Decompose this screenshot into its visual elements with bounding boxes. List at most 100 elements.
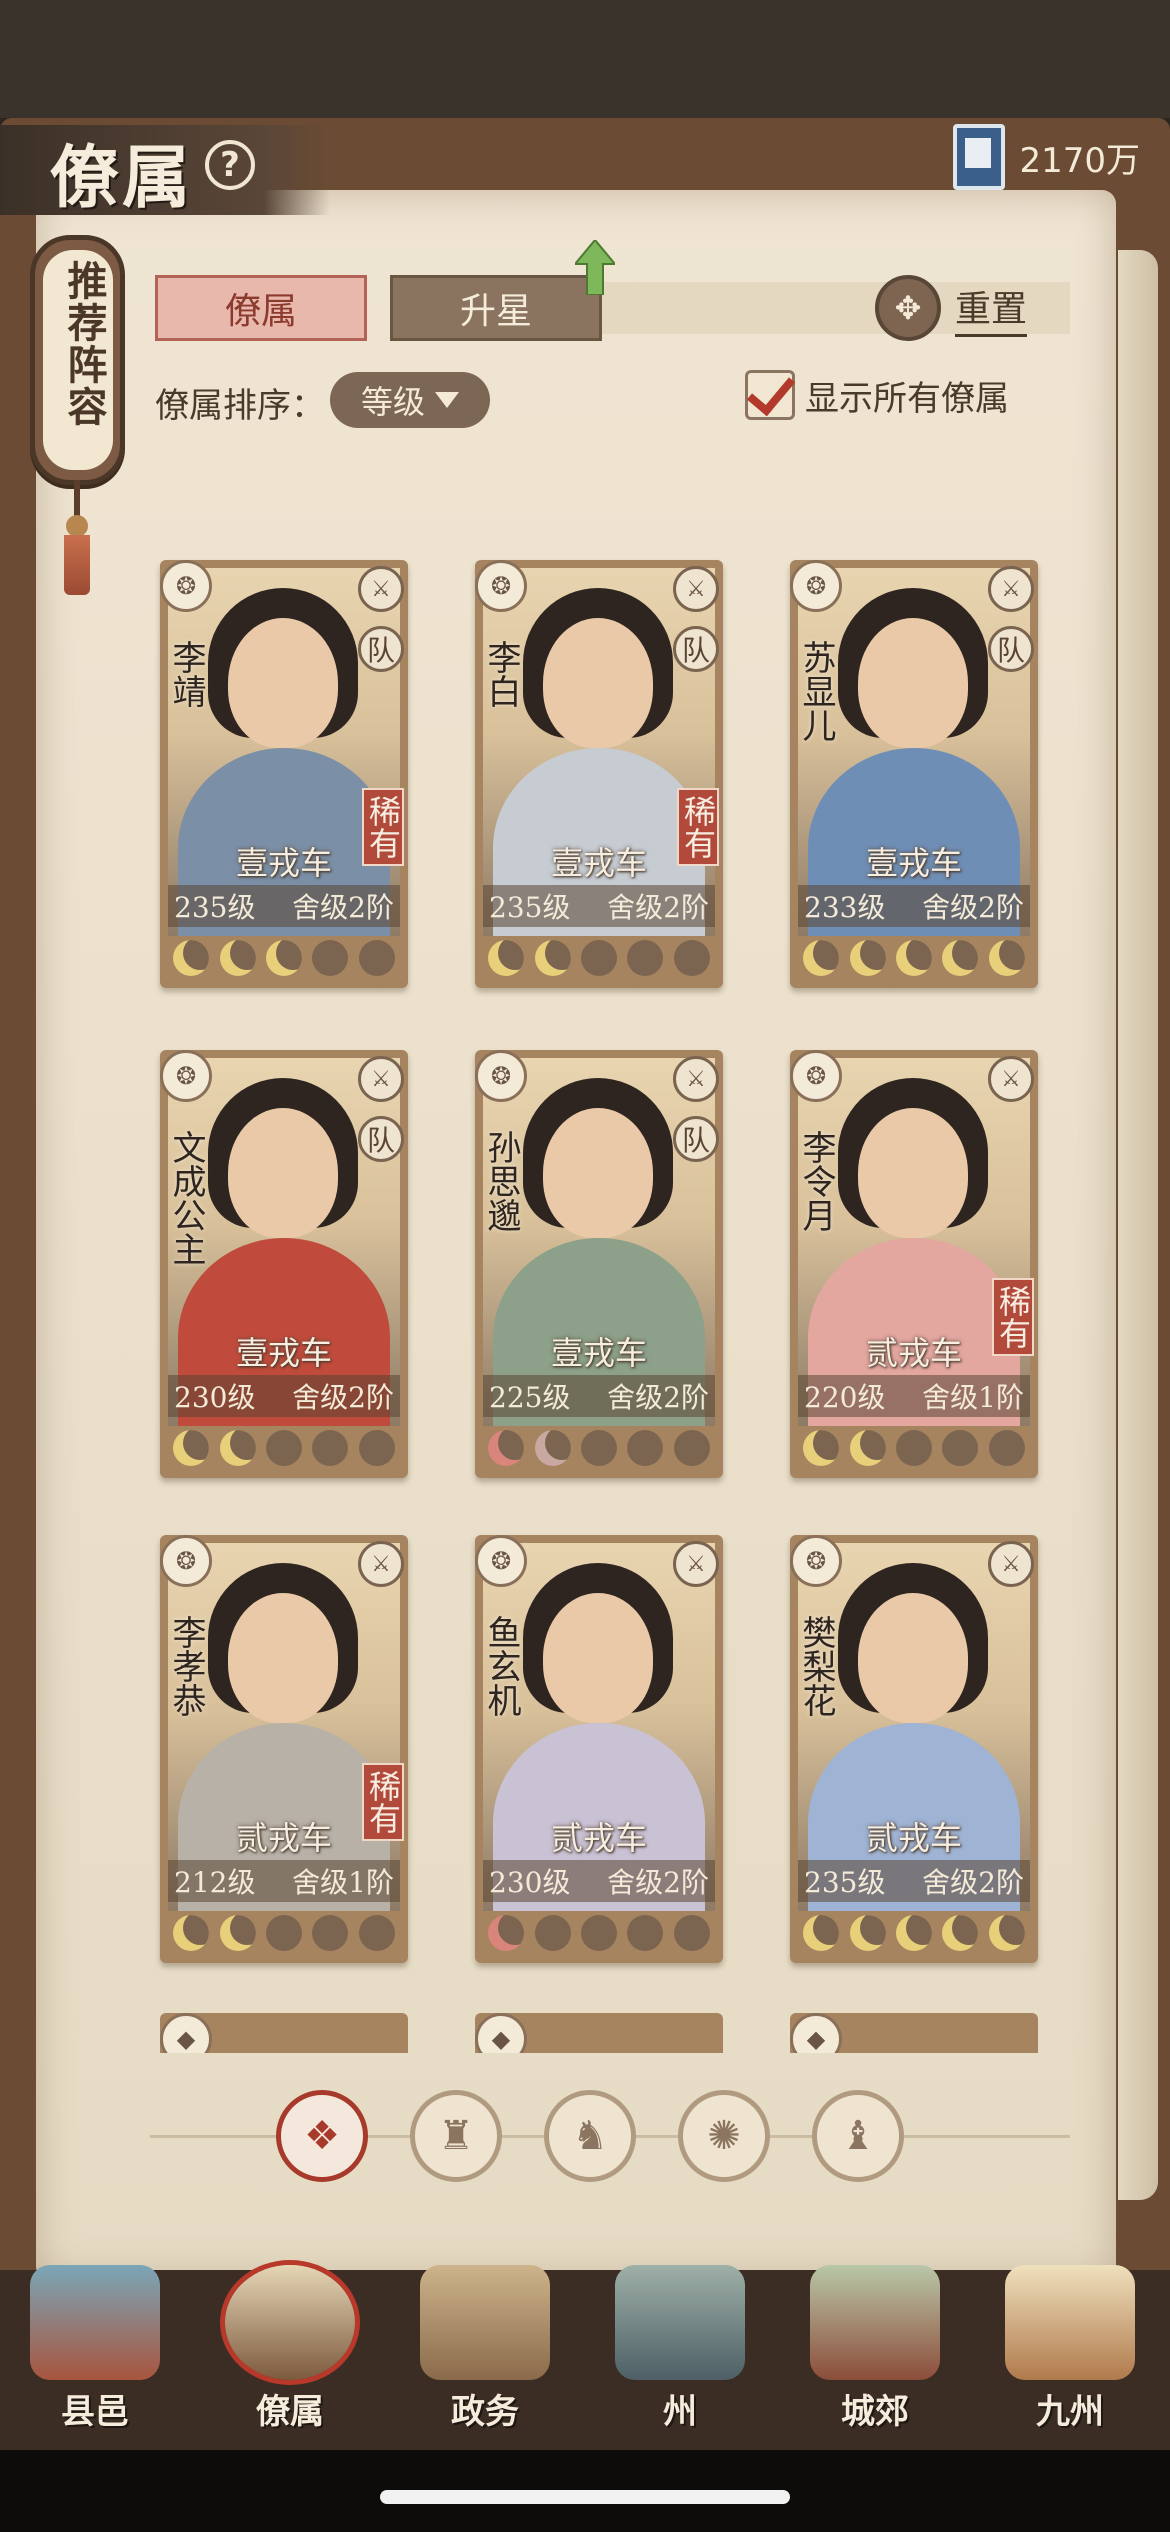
subordinate-card[interactable]: ❂ ⚔ 鱼玄机 贰戎车 230级 舍级2阶	[475, 1535, 723, 1963]
fan-icon: ✺	[707, 2113, 741, 2159]
reset-button[interactable]: ✥ 重置	[875, 275, 1028, 341]
stage-text: 舍级2阶	[607, 1866, 709, 1899]
tab-star-up[interactable]: 升星	[390, 275, 602, 341]
nav-subordinates[interactable]: 僚属	[215, 2265, 365, 2435]
team-badge: 队	[358, 1116, 404, 1162]
sort-label: 僚属排序：	[155, 386, 325, 426]
map-scroll-icon	[1005, 2265, 1135, 2380]
filter-beast-button[interactable]: ♝	[812, 2090, 904, 2182]
level-text: 235级	[174, 891, 256, 924]
stage-text: 舍级1阶	[292, 1866, 394, 1899]
book-icon	[953, 124, 1006, 190]
moon-icon	[895, 940, 932, 976]
moon-icon	[673, 1430, 710, 1466]
subordinate-name: 孙思邈	[481, 1130, 521, 1232]
moon-icon	[627, 1430, 664, 1466]
level-text: 212级	[174, 1866, 256, 1899]
card-partial[interactable]: ◆	[475, 2013, 723, 2053]
moon-icon	[219, 940, 256, 976]
filter-helmet-button[interactable]: ♜	[410, 2090, 502, 2182]
chariot-rank: 壹戎车	[865, 844, 962, 882]
team-badge: 队	[673, 626, 719, 672]
subordinate-card[interactable]: ❂ ⚔ 李孝恭 稀有 贰戎车 212级 舍级1阶	[160, 1535, 408, 1963]
beast-icon: ♝	[840, 2113, 876, 2159]
level-text: 225级	[489, 1381, 571, 1414]
moon-icon	[358, 940, 395, 976]
moon-icon	[849, 1915, 886, 1951]
star-moons	[483, 936, 715, 980]
nav-affairs[interactable]: 政务	[410, 2265, 560, 2435]
moon-icon	[849, 940, 886, 976]
show-all-checkbox[interactable]	[745, 370, 795, 420]
scrolls-icon	[420, 2265, 550, 2380]
moon-icon	[895, 1430, 932, 1466]
moon-icon	[312, 1915, 349, 1951]
moon-icon	[312, 1430, 349, 1466]
chariot-rank: 贰戎车	[235, 1819, 332, 1857]
moon-icon	[265, 940, 302, 976]
subordinate-card[interactable]: ❂ ⚔ 樊梨花 贰戎车 235级 舍级2阶	[790, 1535, 1038, 1963]
moon-icon	[534, 1915, 571, 1951]
subordinate-name: 鱼玄机	[481, 1615, 521, 1717]
subordinate-name: 李靖	[166, 640, 206, 708]
star-moons	[798, 1911, 1030, 1955]
reset-label: 重置	[955, 280, 1028, 337]
sort-dropdown[interactable]: 等级	[330, 372, 490, 428]
subordinate-card[interactable]: ❂ ⚔ 队李靖 稀有 壹戎车 235级 舍级2阶	[160, 560, 408, 988]
faction-icon: ❂	[475, 1535, 527, 1587]
show-all-toggle[interactable]: 显示所有僚属	[745, 370, 1009, 420]
team-badge: 队	[673, 1116, 719, 1162]
class-icon: ⚔	[673, 1056, 719, 1102]
moon-icon	[988, 940, 1025, 976]
help-icon[interactable]: ?	[205, 140, 255, 190]
card-partial[interactable]: ◆	[160, 2013, 408, 2053]
subordinate-name: 李白	[481, 640, 521, 708]
level-text: 230级	[174, 1381, 256, 1414]
page-edge	[1118, 250, 1158, 2200]
refresh-icon: ✥	[875, 275, 941, 341]
nav-county[interactable]: 县邑	[20, 2265, 170, 2435]
star-moons	[168, 1911, 400, 1955]
level-row: 230级 舍级2阶	[483, 1860, 715, 1902]
moon-icon	[534, 940, 571, 976]
nav-nine-states[interactable]: 九州	[995, 2265, 1145, 2435]
moon-icon	[942, 940, 979, 976]
tab-subordinates[interactable]: 僚属	[155, 275, 367, 341]
pagoda-icon	[615, 2265, 745, 2380]
star-moons	[483, 1426, 715, 1470]
star-moons	[168, 1426, 400, 1470]
moon-icon	[173, 1430, 210, 1466]
show-all-label: 显示所有僚属	[805, 378, 1009, 419]
class-icon: ⚔	[988, 1056, 1034, 1102]
card-partial[interactable]: ◆	[790, 2013, 1038, 2053]
level-row: 230级 舍级2阶	[168, 1375, 400, 1417]
subordinate-name: 李孝恭	[166, 1615, 206, 1717]
filter-fan-button[interactable]: ✺	[678, 2090, 770, 2182]
faction-icon: ❂	[790, 1050, 842, 1102]
moon-icon	[803, 1430, 840, 1466]
level-row: 233级 舍级2阶	[798, 885, 1030, 927]
moon-icon	[488, 1430, 525, 1466]
nav-prefecture[interactable]: 州	[605, 2265, 755, 2435]
team-badge: 队	[358, 626, 404, 672]
subordinate-card[interactable]: ❂ ⚔ 队 苏显儿 壹戎车 233级 舍级2阶	[790, 560, 1038, 988]
subordinate-card[interactable]: ❂ ⚔ 队李白 稀有 壹戎车 235级 舍级2阶	[475, 560, 723, 988]
nav-suburbs[interactable]: 城郊	[800, 2265, 950, 2435]
filter-all-button[interactable]: ❖	[276, 2090, 368, 2182]
home-indicator[interactable]	[380, 2490, 790, 2504]
nav-label: 僚属	[256, 2392, 324, 2432]
subordinate-name: 文成公主	[166, 1130, 206, 1266]
stage-text: 舍级2阶	[292, 891, 394, 924]
subordinate-card[interactable]: ❂ ⚔ 队 文成公主 壹戎车 230级 舍级2阶	[160, 1050, 408, 1478]
faction-icon: ❂	[790, 560, 842, 612]
nav-label: 州	[663, 2392, 697, 2432]
nav-label: 九州	[1036, 2392, 1104, 2432]
subordinate-card[interactable]: ❂ ⚔ 队 孙思邈 壹戎车 225级 舍级2阶	[475, 1050, 723, 1478]
moon-icon	[534, 1430, 571, 1466]
team-badge: 队	[988, 626, 1034, 672]
moon-icon	[942, 1430, 979, 1466]
subordinate-card[interactable]: ❂ ⚔ 李令月 稀有 贰戎车 220级 舍级1阶	[790, 1050, 1038, 1478]
filter-cat-button[interactable]: ♞	[544, 2090, 636, 2182]
recommend-lineup-button[interactable]: 推荐阵容	[30, 235, 125, 485]
stage-text: 舍级2阶	[292, 1381, 394, 1414]
